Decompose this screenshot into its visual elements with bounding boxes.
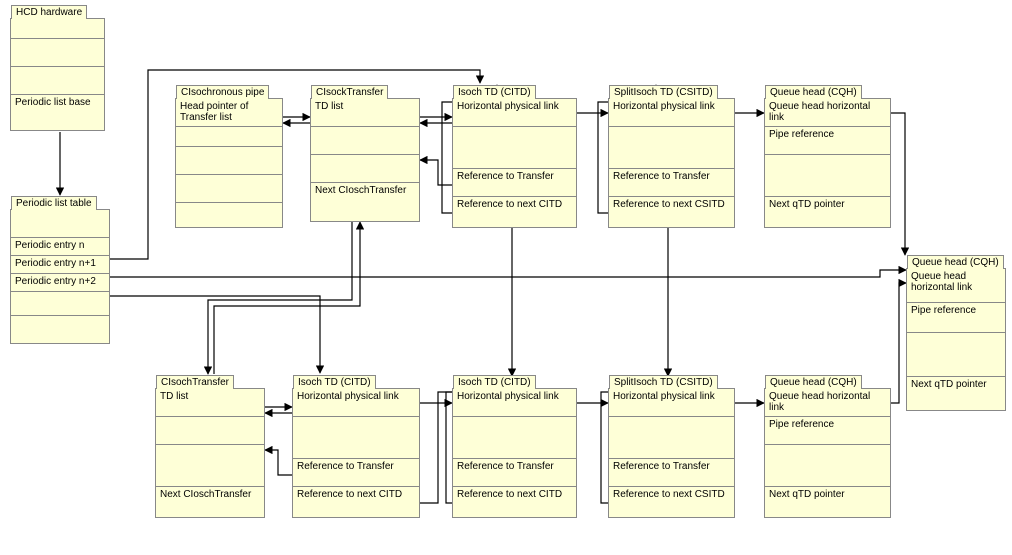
row <box>176 175 282 203</box>
row: Horizontal physical link <box>453 99 576 127</box>
row: Head pointer of Transfer list <box>176 99 282 127</box>
row <box>311 155 419 183</box>
row: Next qTD pointer <box>765 197 890 217</box>
row: TD list <box>311 99 419 127</box>
row <box>765 155 890 197</box>
box-title: Queue head (CQH) <box>765 375 862 389</box>
isoch-td-3: Isoch TD (CITD) Horizontal physical link… <box>452 388 577 518</box>
row <box>11 316 109 340</box>
queue-head-3: Queue head (CQH) Queue head horizontal l… <box>906 268 1006 411</box>
split-isoch-td-1: SplitIsoch TD (CSITD) Horizontal physica… <box>608 98 735 228</box>
row <box>609 127 734 169</box>
row <box>609 417 734 459</box>
box-title: Queue head (CQH) <box>907 255 1004 269</box>
row: Reference to Transfer <box>609 459 734 487</box>
queue-head-1: Queue head (CQH) Queue head horizontal l… <box>764 98 891 228</box>
row: Horizontal physical link <box>293 389 419 417</box>
row: Next qTD pointer <box>907 377 1005 407</box>
hcd-hardware: HCD hardware Periodic list base <box>10 18 105 131</box>
box-title: Isoch TD (CITD) <box>453 375 536 389</box>
row: Periodic entry n <box>11 238 109 256</box>
row: Pipe reference <box>765 127 890 155</box>
row <box>176 203 282 223</box>
row: Next qTD pointer <box>765 487 890 507</box>
row: Next CIoschTransfer <box>156 487 264 515</box>
row <box>176 147 282 175</box>
row: TD list <box>156 389 264 417</box>
row: Next CIoschTransfer <box>311 183 419 211</box>
row <box>11 210 109 238</box>
box-title: Isoch TD (CITD) <box>293 375 376 389</box>
row <box>453 127 576 169</box>
row: Reference to next CITD <box>453 197 576 225</box>
row: Reference to Transfer <box>293 459 419 487</box>
row: Reference to Transfer <box>453 169 576 197</box>
row <box>907 333 1005 377</box>
queue-head-2: Queue head (CQH) Queue head horizontal l… <box>764 388 891 518</box>
row: Reference to next CITD <box>293 487 419 515</box>
row <box>156 417 264 445</box>
isoch-td-1: Isoch TD (CITD) Horizontal physical link… <box>452 98 577 228</box>
row: Periodic list base <box>11 95 104 123</box>
row: Horizontal physical link <box>609 389 734 417</box>
row: Periodic entry n+1 <box>11 256 109 274</box>
row: Queue head horizontal link <box>907 269 1005 303</box>
row <box>293 417 419 459</box>
row <box>765 445 890 487</box>
box-title: CIsochTransfer <box>156 375 234 389</box>
box-title: Isoch TD (CITD) <box>453 85 536 99</box>
row <box>11 67 104 95</box>
row: Horizontal physical link <box>609 99 734 127</box>
box-title: Periodic list table <box>11 196 97 210</box>
row: Pipe reference <box>907 303 1005 333</box>
split-isoch-td-2: SplitIsoch TD (CSITD) Horizontal physica… <box>608 388 735 518</box>
row: Reference to next CITD <box>453 487 576 515</box>
row: Pipe reference <box>765 417 890 445</box>
row: Horizontal physical link <box>453 389 576 417</box>
isoch-td-2: Isoch TD (CITD) Horizontal physical link… <box>292 388 420 518</box>
row: Reference to Transfer <box>453 459 576 487</box>
row: Queue head horizontal link <box>765 99 890 127</box>
row: Periodic entry n+2 <box>11 274 109 292</box>
row <box>311 127 419 155</box>
row: Reference to next CSITD <box>609 487 734 515</box>
row: Queue head horizontal link <box>765 389 890 417</box>
box-title: CIsochronous pipe <box>176 85 269 99</box>
row: Reference to Transfer <box>609 169 734 197</box>
box-title: HCD hardware <box>11 5 87 19</box>
row <box>11 292 109 316</box>
isoch-transfer-top: CIsockTransfer TD list Next CIoschTransf… <box>310 98 420 222</box>
box-title: Queue head (CQH) <box>765 85 862 99</box>
row <box>176 127 282 147</box>
row <box>453 417 576 459</box>
row <box>11 39 104 67</box>
periodic-list-table: Periodic list table Periodic entry n Per… <box>10 209 110 344</box>
row: Reference to next CSITD <box>609 197 734 225</box>
box-title: SplitIsoch TD (CSITD) <box>609 375 718 389</box>
box-title: CIsockTransfer <box>311 85 388 99</box>
isoch-transfer-bottom: CIsochTransfer TD list Next CIoschTransf… <box>155 388 265 518</box>
row <box>11 19 104 39</box>
isochronous-pipe: CIsochronous pipe Head pointer of Transf… <box>175 98 283 228</box>
box-title: SplitIsoch TD (CSITD) <box>609 85 718 99</box>
row <box>156 445 264 487</box>
